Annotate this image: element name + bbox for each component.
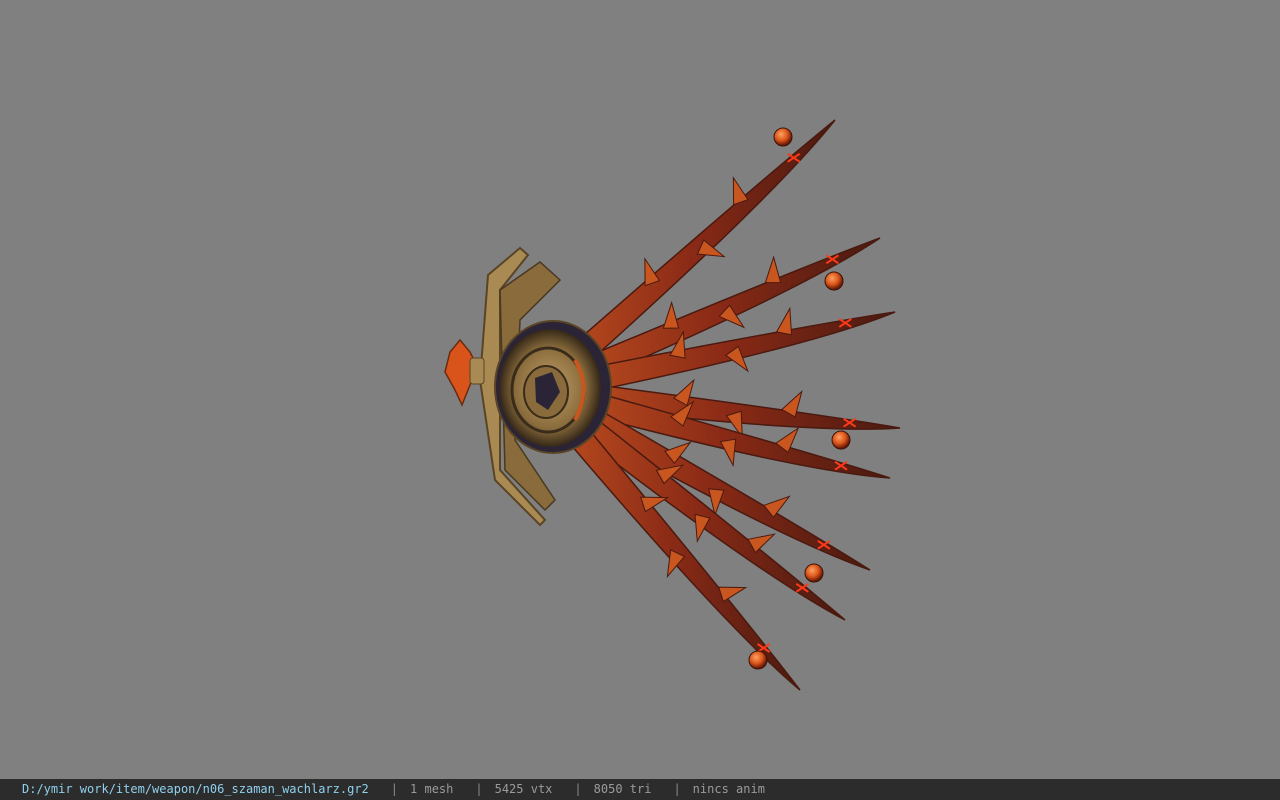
separator: | (475, 782, 483, 796)
triangle-count: 8050 tri (593, 782, 652, 796)
file-path: D:/ymir work/item/weapon/n06_szaman_wach… (22, 782, 369, 796)
blade-spike (732, 176, 749, 206)
blade-spike (719, 438, 737, 468)
ember-orb (831, 430, 851, 450)
animation-status: nincs anim (692, 782, 765, 796)
vertex-count: 5425 vtx (494, 782, 553, 796)
ember-orb (804, 563, 824, 583)
separator: | (390, 782, 399, 796)
mesh-count: 1 mesh (410, 782, 454, 796)
weapon-model-render[interactable] (0, 0, 1280, 779)
ember-orb (748, 650, 768, 670)
separator: | (574, 782, 582, 796)
blade-spike (764, 255, 782, 284)
blade-spike (775, 306, 793, 336)
blade-spike (718, 586, 748, 603)
ember-orb (773, 127, 793, 147)
status-bar: D:/ymir work/item/weapon/n06_szaman_wach… (0, 779, 1280, 800)
model-viewport[interactable] (0, 0, 1280, 779)
center-emblem (494, 320, 612, 454)
blade-spike (662, 300, 680, 329)
ember-orb (824, 271, 844, 291)
handle-tassel (444, 338, 485, 407)
separator: | (673, 782, 681, 796)
